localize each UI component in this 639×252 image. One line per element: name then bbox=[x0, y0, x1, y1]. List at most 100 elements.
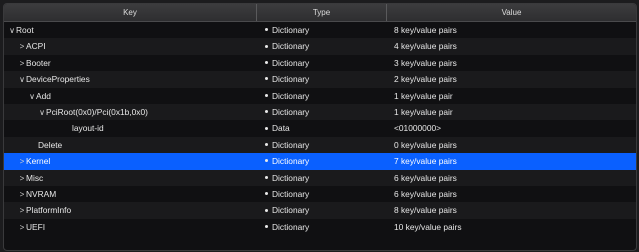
value-cell[interactable]: 6 key/value pairs bbox=[394, 170, 634, 186]
type-cell[interactable]: Dictionary bbox=[265, 22, 385, 38]
key-label: Booter bbox=[26, 57, 51, 68]
value-cell[interactable]: 3 key/value pairs bbox=[394, 55, 634, 71]
plist-editor-window: Key Type Value ∨Root Dictionary 8 key/valu… bbox=[3, 3, 637, 251]
key-cell[interactable]: ∨PciRoot(0x0)/Pci(0x1b,0x0) bbox=[4, 104, 288, 120]
key-label: PciRoot(0x0)/Pci(0x1b,0x0) bbox=[46, 106, 148, 117]
key-label: UEFI bbox=[26, 221, 46, 232]
value-cell[interactable]: <01000000> bbox=[394, 120, 634, 136]
key-cell[interactable]: > Misc bbox=[4, 170, 268, 186]
type-popup-icon[interactable] bbox=[265, 93, 268, 97]
table-row[interactable]: > Kernel Dictionary 7 key/value pairs bbox=[4, 153, 636, 170]
value-cell[interactable]: 1 key/value pair bbox=[394, 104, 634, 120]
type-label: Dictionary bbox=[272, 188, 310, 199]
type-popup-icon[interactable] bbox=[265, 159, 268, 163]
value-cell[interactable]: 10 key/value pairs bbox=[394, 219, 634, 235]
value-cell[interactable]: 8 key/value pairs bbox=[394, 202, 634, 218]
type-popup-icon[interactable] bbox=[265, 126, 268, 130]
type-cell[interactable]: Dictionary bbox=[265, 38, 385, 54]
type-cell[interactable]: Dictionary bbox=[265, 170, 385, 186]
column-header-value[interactable]: Value bbox=[387, 4, 636, 21]
table-row[interactable]: layout-id Data <01000000> bbox=[4, 120, 636, 136]
key-label: Add bbox=[36, 90, 51, 101]
type-label: Dictionary bbox=[272, 90, 310, 101]
type-cell[interactable]: Dictionary bbox=[265, 71, 385, 87]
table-row[interactable]: ∨Root Dictionary 8 key/value pairs bbox=[4, 22, 636, 38]
disclosure-collapsed-icon[interactable]: > bbox=[18, 187, 26, 203]
value-cell[interactable]: 0 key/value pairs bbox=[394, 137, 634, 153]
value-cell[interactable]: 4 key/value pairs bbox=[394, 38, 634, 54]
type-label: Dictionary bbox=[272, 57, 310, 68]
type-popup-icon[interactable] bbox=[265, 224, 268, 228]
value-cell[interactable]: 1 key/value pair bbox=[394, 88, 634, 104]
key-label: Kernel bbox=[26, 156, 51, 167]
type-label: Dictionary bbox=[272, 74, 310, 85]
disclosure-expanded-icon[interactable]: ∨ bbox=[18, 72, 26, 88]
disclosure-expanded-icon[interactable]: ∨ bbox=[8, 23, 16, 39]
value-cell[interactable]: 2 key/value pairs bbox=[394, 71, 634, 87]
disclosure-expanded-icon[interactable]: ∨ bbox=[28, 89, 36, 105]
table-row[interactable]: ∨DeviceProperties Dictionary 2 key/value p… bbox=[4, 71, 636, 88]
type-cell[interactable]: Dictionary bbox=[265, 88, 385, 104]
type-popup-icon[interactable] bbox=[265, 192, 268, 196]
table-row[interactable]: > Misc Dictionary 6 key/value pairs bbox=[4, 169, 636, 186]
type-cell[interactable]: Dictionary bbox=[265, 202, 385, 218]
key-cell[interactable]: > Booter bbox=[4, 55, 268, 71]
table-row[interactable]: > ACPI Dictionary 4 key/value pairs bbox=[4, 38, 636, 55]
type-cell[interactable]: Dictionary bbox=[265, 55, 385, 71]
table-row[interactable]: ∨Add Dictionary 1 key/value pair bbox=[4, 88, 636, 104]
key-cell[interactable]: ∨Add bbox=[4, 88, 278, 104]
type-cell[interactable]: Dictionary bbox=[265, 104, 385, 120]
value-cell[interactable]: 7 key/value pairs bbox=[394, 153, 634, 169]
table-row[interactable]: > PlatformInfo Dictionary 8 key/value pairs bbox=[4, 202, 636, 219]
type-popup-icon[interactable] bbox=[265, 61, 268, 65]
type-label: Dictionary bbox=[272, 205, 310, 216]
type-popup-icon[interactable] bbox=[265, 77, 268, 81]
type-popup-icon[interactable] bbox=[265, 28, 268, 32]
type-label: Dictionary bbox=[272, 25, 310, 35]
key-cell[interactable]: > Kernel bbox=[4, 153, 268, 169]
table-row[interactable]: > NVRAM Dictionary 6 key/value pairs bbox=[4, 186, 636, 202]
disclosure-expanded-icon[interactable]: ∨ bbox=[38, 105, 46, 121]
table-row[interactable]: ∨PciRoot(0x0)/Pci(0x1b,0x0) Dictionary 1 k… bbox=[4, 103, 636, 121]
column-header-bar: Key Type Value bbox=[4, 4, 636, 22]
type-popup-icon[interactable] bbox=[265, 44, 268, 48]
disclosure-collapsed-icon[interactable]: > bbox=[18, 56, 26, 72]
type-cell[interactable]: Dictionary bbox=[265, 186, 385, 202]
key-cell[interactable]: > ACPI bbox=[4, 38, 268, 54]
type-cell[interactable]: Data bbox=[265, 120, 385, 136]
key-label: Delete bbox=[38, 139, 63, 150]
table-row[interactable]: Delete Dictionary 0 key/value pairs bbox=[4, 136, 636, 154]
type-cell[interactable]: Dictionary bbox=[265, 137, 385, 153]
disclosure-collapsed-icon[interactable]: > bbox=[18, 154, 26, 170]
type-cell[interactable]: Dictionary bbox=[265, 219, 385, 235]
table-row[interactable]: > Booter Dictionary 3 key/value pairs bbox=[4, 55, 636, 71]
value-cell[interactable]: 6 key/value pairs bbox=[394, 186, 634, 202]
disclosure-collapsed-icon[interactable]: > bbox=[18, 203, 26, 219]
key-label: ACPI bbox=[26, 41, 46, 52]
key-label: PlatformInfo bbox=[26, 205, 72, 216]
key-cell[interactable]: ∨Root bbox=[4, 22, 258, 38]
type-label: Data bbox=[272, 123, 290, 134]
value-cell[interactable]: 8 key/value pairs bbox=[394, 22, 634, 38]
disclosure-collapsed-icon[interactable]: > bbox=[18, 220, 26, 236]
disclosure-collapsed-icon[interactable]: > bbox=[18, 171, 26, 187]
type-popup-icon[interactable] bbox=[265, 208, 268, 212]
table-row[interactable]: > UEFI Dictionary 10 key/value pairs bbox=[4, 219, 636, 235]
type-popup-icon[interactable] bbox=[265, 110, 268, 114]
key-label: NVRAM bbox=[26, 188, 57, 199]
type-label: Dictionary bbox=[272, 156, 310, 167]
column-header-type[interactable]: Type bbox=[257, 4, 386, 21]
type-cell[interactable]: Dictionary bbox=[265, 153, 385, 169]
key-label: DeviceProperties bbox=[26, 74, 90, 85]
column-header-key[interactable]: Key bbox=[4, 4, 256, 21]
key-cell[interactable]: ∨DeviceProperties bbox=[4, 71, 268, 87]
key-cell[interactable]: > UEFI bbox=[4, 219, 268, 235]
key-cell[interactable]: Delete bbox=[4, 137, 288, 153]
key-cell[interactable]: > PlatformInfo bbox=[4, 202, 268, 218]
key-label: Root bbox=[16, 25, 34, 35]
type-popup-icon[interactable] bbox=[265, 143, 268, 147]
type-popup-icon[interactable] bbox=[265, 175, 268, 179]
key-cell[interactable]: > NVRAM bbox=[4, 186, 268, 202]
type-label: Dictionary bbox=[272, 221, 310, 232]
disclosure-collapsed-icon[interactable]: > bbox=[18, 39, 26, 55]
